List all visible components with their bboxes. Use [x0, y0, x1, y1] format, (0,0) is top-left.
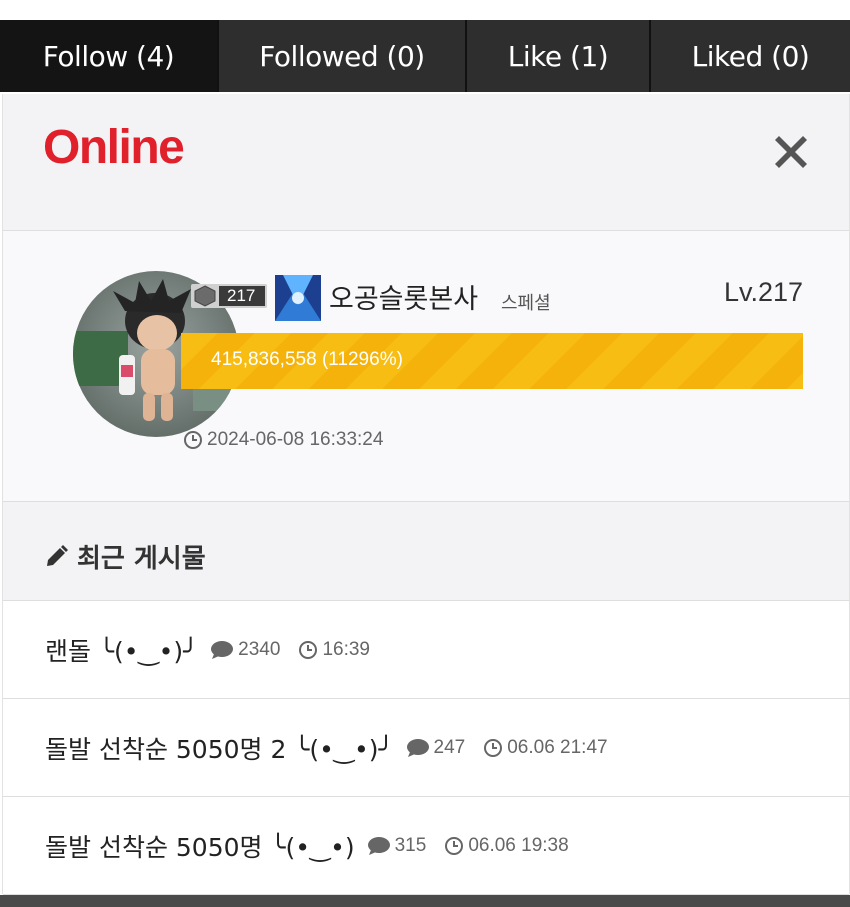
- pencil-icon: [47, 544, 68, 566]
- online-panel: Online 217 오공슬롯본사 스페셜 Lv.217 415,836,558…: [2, 94, 850, 895]
- panel-title: Online: [43, 121, 185, 174]
- post-title[interactable]: 돌발 선착순 5050명 2 ╰(•‿•)╯: [45, 730, 394, 766]
- profile-card: 217 오공슬롯본사 스페셜 Lv.217 415,836,558 (11296…: [3, 231, 849, 502]
- xp-progress-bar: 415,836,558 (11296%): [181, 333, 803, 389]
- tab-like[interactable]: Like (1): [467, 20, 651, 92]
- post-time: 06.06 19:38: [468, 834, 569, 856]
- clock-icon: [445, 836, 464, 855]
- post-title[interactable]: 랜돌 ╰(•‿•)╯: [45, 632, 198, 668]
- post-time: 06.06 21:47: [507, 736, 608, 758]
- rank-number: 217: [227, 286, 256, 305]
- panel-header: Online: [3, 94, 849, 231]
- last-login: 2024-06-08 16:33:24: [183, 429, 383, 451]
- clock-icon: [184, 431, 202, 449]
- post-title[interactable]: 돌발 선착순 5050명 ╰(•‿•): [45, 828, 355, 864]
- comment-icon: [406, 738, 429, 757]
- close-icon[interactable]: [771, 132, 811, 172]
- clock-icon: [299, 640, 318, 659]
- recent-posts-title: 최근 게시물: [43, 538, 206, 575]
- user-emblem-icon: [275, 275, 321, 321]
- comment-count: 315: [394, 834, 427, 856]
- recent-posts-label: 최근 게시물: [77, 544, 206, 574]
- post-meta: 2340 16:39: [210, 639, 370, 661]
- clock-icon: [484, 738, 503, 757]
- user-level: Lv.217: [723, 277, 803, 307]
- top-strip: [0, 0, 850, 20]
- tab-follow[interactable]: Follow (4): [0, 20, 219, 92]
- post-time: 16:39: [322, 638, 370, 660]
- comment-icon: [367, 836, 390, 855]
- list-item[interactable]: 랜돌 ╰(•‿•)╯ 2340 16:39: [3, 601, 849, 699]
- tab-liked[interactable]: Liked (0): [651, 20, 850, 92]
- username[interactable]: 오공슬롯본사: [329, 277, 478, 316]
- tab-bar: Follow (4) Followed (0) Like (1) Liked (…: [0, 20, 850, 92]
- comment-count: 247: [433, 736, 466, 758]
- recent-posts-header: 최근 게시물: [3, 502, 849, 601]
- post-meta: 247 06.06 21:47: [406, 737, 608, 759]
- xp-text: 415,836,558 (11296%): [211, 349, 403, 370]
- list-item[interactable]: 돌발 선착순 5050명 ╰(•‿•) 315 06.06 19:38: [3, 797, 849, 895]
- last-login-time: 2024-06-08 16:33:24: [207, 429, 384, 450]
- comment-icon: [211, 640, 234, 659]
- post-meta: 315 06.06 19:38: [367, 835, 569, 857]
- bottom-divider: [0, 895, 850, 907]
- list-item[interactable]: 돌발 선착순 5050명 2 ╰(•‿•)╯ 247 06.06 21:47: [3, 699, 849, 797]
- comment-count: 2340: [238, 638, 281, 660]
- user-type: 스페셜: [501, 293, 551, 314]
- tab-followed[interactable]: Followed (0): [219, 20, 467, 92]
